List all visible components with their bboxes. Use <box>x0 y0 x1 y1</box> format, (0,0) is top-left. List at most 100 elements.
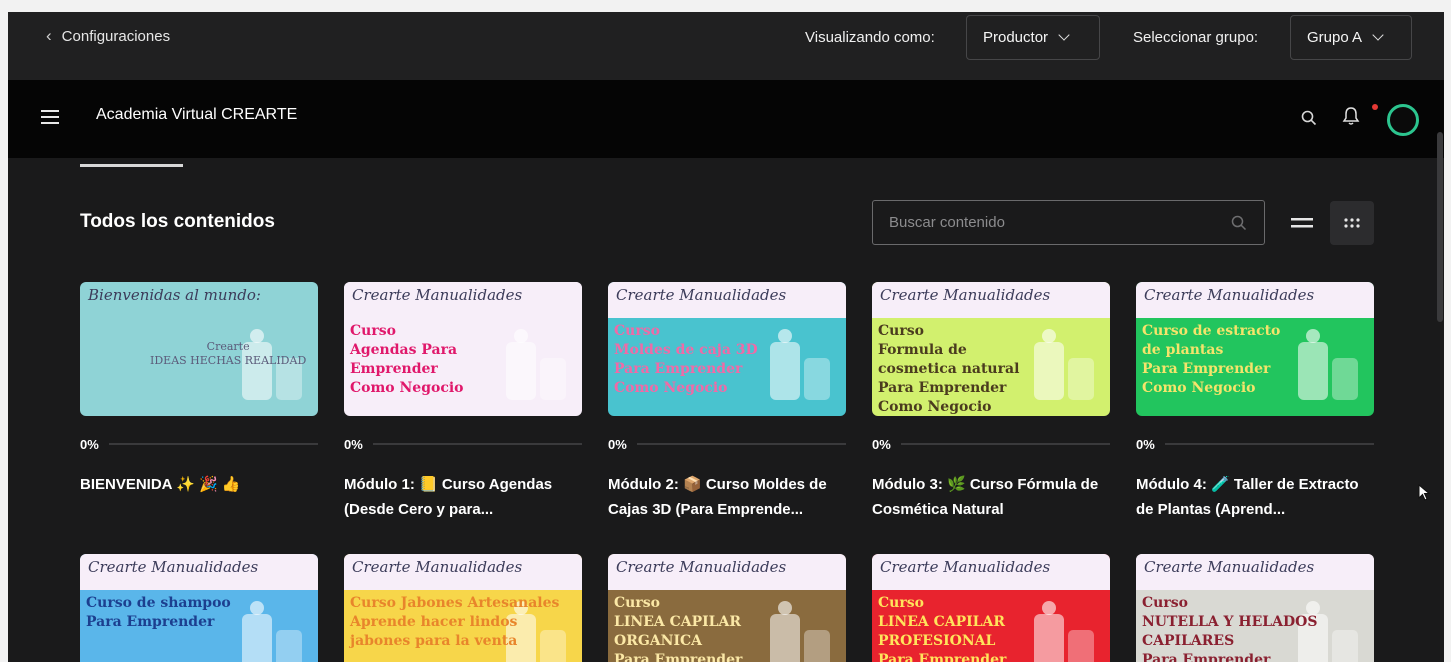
search-icon[interactable] <box>1230 214 1248 232</box>
search-box[interactable] <box>872 200 1265 245</box>
scrollbar[interactable] <box>1436 12 1444 662</box>
card-title[interactable]: Módulo 2: 📦 Curso Moldes de Cajas 3D (Pa… <box>608 472 846 522</box>
thumbnail-banner-text: Bienvenidas al mundo: <box>88 286 261 304</box>
thumbnail-banner: Bienvenidas al mundo: <box>80 282 318 318</box>
content-card[interactable]: Crearte Manualidades Curso Jabones Artesa… <box>344 554 582 662</box>
thumbnail-text: Curso Moldes de caja 3D Para Emprender Como… <box>614 322 758 398</box>
calendar-icon <box>506 329 566 400</box>
card-title[interactable]: Módulo 4: 🧪 Taller de Extracto de Planta… <box>1136 472 1374 522</box>
progress-percent: 0% <box>344 436 363 452</box>
card-thumbnail[interactable]: Crearte Manualidades Curso Agendas Para Emp… <box>344 282 582 416</box>
progress-track <box>636 443 846 445</box>
thumbnail-text-line: ORGANICA <box>614 633 702 649</box>
card-thumbnail[interactable]: Crearte Manualidades Curso Moldes de caja … <box>608 282 846 416</box>
thumbnail-banner: Crearte Manualidades <box>872 282 1110 318</box>
content-card[interactable]: Crearte Manualidades Curso de estracto de … <box>1136 282 1374 522</box>
search-input[interactable] <box>889 214 1230 231</box>
thumbnail-text-line: PROFESIONAL <box>878 633 996 649</box>
thumbnail-text-line: jabones para la venta <box>350 633 518 649</box>
menu-icon[interactable] <box>41 110 59 124</box>
scrollbar-thumb[interactable] <box>1437 132 1443 322</box>
thumbnail-banner: Crearte Manualidades <box>1136 282 1374 318</box>
thumbnail-text: Curso Jabones Artesanales Aprende hacer l… <box>350 594 559 651</box>
card-title[interactable]: BIENVENIDA ✨ 🎉 👍 <box>80 472 318 522</box>
thumbnail-banner-text: Crearte Manualidades <box>616 558 787 576</box>
content-card[interactable]: Crearte Manualidades Curso NUTELLA Y HELAD… <box>1136 554 1374 662</box>
thumbnail-text-line: Curso <box>614 323 660 339</box>
section-title: Todos los contenidos <box>80 211 275 232</box>
group-value: Grupo A <box>1307 29 1363 46</box>
bell-icon[interactable] <box>1340 105 1362 127</box>
bottle-icon <box>770 601 830 662</box>
content-card[interactable]: Crearte Manualidades Curso Formula de cosme… <box>872 282 1110 522</box>
progress-bar: 0% <box>608 436 846 452</box>
progress-percent: 0% <box>80 436 99 452</box>
thumbnail-banner-text: Crearte Manualidades <box>88 558 259 576</box>
group-dropdown[interactable]: Grupo A <box>1290 15 1412 60</box>
thumbnail-text-line: Curso Jabones Artesanales <box>350 595 560 611</box>
chevron-left-icon: ‹ <box>46 26 52 45</box>
grid-view-icon[interactable] <box>1330 201 1374 245</box>
select-group-label: Seleccionar grupo: <box>1133 29 1259 46</box>
search-icon[interactable] <box>1300 109 1318 127</box>
thumbnail-text-line: Emprender <box>350 361 438 377</box>
content-card[interactable]: Bienvenidas al mundo: Crearte IDEAS HECHAS… <box>80 282 318 522</box>
back-button[interactable]: ‹ Configuraciones <box>46 26 170 46</box>
content-card[interactable]: Crearte Manualidades Curso de shampoo Para… <box>80 554 318 662</box>
thumbnail-banner-text: Crearte Manualidades <box>1144 286 1315 304</box>
bottle-icon <box>242 601 302 662</box>
card-thumbnail[interactable]: Crearte Manualidades Curso de estracto de … <box>1136 282 1374 416</box>
content-card[interactable]: Crearte Manualidades Curso Moldes de caja … <box>608 282 846 522</box>
card-thumbnail[interactable]: Crearte Manualidades Curso Jabones Artesa… <box>344 554 582 662</box>
card-thumbnail[interactable]: Crearte Manualidades Curso de shampoo Para… <box>80 554 318 662</box>
mouse-cursor-icon <box>1418 484 1431 501</box>
content-card[interactable]: Crearte Manualidades Curso LINEA CAPILAR PR… <box>872 554 1110 662</box>
card-thumbnail[interactable]: Bienvenidas al mundo: Crearte IDEAS HECHAS… <box>80 282 318 416</box>
list-view-icon[interactable] <box>1288 210 1318 236</box>
thumbnail-text-line: Para Emprender <box>1142 361 1271 377</box>
thumbnail-banner-text: Crearte Manualidades <box>352 286 523 304</box>
thumbnail-text-line: Curso <box>614 595 660 611</box>
card-title[interactable]: Módulo 1: 📒 Curso Agendas (Desde Cero y … <box>344 472 582 522</box>
card-thumbnail[interactable]: Crearte Manualidades Curso Formula de cosme… <box>872 282 1110 416</box>
card-thumbnail[interactable]: Crearte Manualidades Curso NUTELLA Y HELAD… <box>1136 554 1374 662</box>
thumbnail-banner: Crearte Manualidades <box>608 282 846 318</box>
thumbnail-banner: Crearte Manualidades <box>872 554 1110 590</box>
main-header: Academia Virtual CREARTE <box>8 80 1444 158</box>
card-thumbnail[interactable]: Crearte Manualidades Curso LINEA CAPILAR OR… <box>608 554 846 662</box>
thumbnail-text-line: Curso <box>350 323 396 339</box>
thumbnail-text-line: IDEAS HECHAS REALIDAD <box>150 354 307 367</box>
active-tab-indicator <box>80 164 183 167</box>
avatar[interactable] <box>1387 104 1419 136</box>
card-title[interactable]: Módulo 3: 🌿 Curso Fórmula de Cosmética N… <box>872 472 1110 522</box>
brand-title: Academia Virtual CREARTE <box>96 106 298 123</box>
thumbnail-text: Curso LINEA CAPILAR ORGANICA Para Emprender <box>614 594 742 662</box>
thumbnail-text-line: LINEA CAPILAR <box>614 614 742 630</box>
thumbnail-text-line: Para Emprender <box>1142 652 1271 662</box>
thumbnail-banner: Crearte Manualidades <box>608 554 846 590</box>
cosmetics-icon <box>1034 329 1094 400</box>
progress-percent: 0% <box>1136 436 1155 452</box>
thumbnail-text-line: Para Emprender <box>614 361 743 377</box>
thumbnail-text: Curso Agendas Para Emprender Como Negocio <box>350 322 464 398</box>
thumbnail-banner-text: Crearte Manualidades <box>880 286 1051 304</box>
admin-bar: ‹ Configuraciones Visualizando como: Pro… <box>8 12 1444 80</box>
role-dropdown[interactable]: Productor <box>966 15 1100 60</box>
thumbnail-text-line: Agendas Para <box>350 342 458 358</box>
thumbnail-text-line: Curso de estracto <box>1142 323 1281 339</box>
thumbnail-text: Curso de estracto de plantas Para Emprende… <box>1142 322 1280 398</box>
role-value: Productor <box>983 29 1049 46</box>
thumbnail-banner-text: Crearte Manualidades <box>1144 558 1315 576</box>
content-card[interactable]: Crearte Manualidades Curso LINEA CAPILAR OR… <box>608 554 846 662</box>
card-thumbnail[interactable]: Crearte Manualidades Curso LINEA CAPILAR PR… <box>872 554 1110 662</box>
thumbnail-text-line: Aprende hacer lindos <box>350 614 518 630</box>
thumbnail-text: Curso LINEA CAPILAR PROFESIONAL Para Empren… <box>878 594 1006 662</box>
content-card[interactable]: Crearte Manualidades Curso Agendas Para Emp… <box>344 282 582 522</box>
thumbnail-banner: Crearte Manualidades <box>80 554 318 590</box>
thumbnail-banner: Crearte Manualidades <box>344 554 582 590</box>
progress-track <box>900 443 1110 445</box>
progress-bar: 0% <box>80 436 318 452</box>
thumbnail-text-line: Curso <box>1142 595 1188 611</box>
thumbnail-banner: Crearte Manualidades <box>1136 554 1374 590</box>
chevron-down-icon <box>1372 29 1384 41</box>
